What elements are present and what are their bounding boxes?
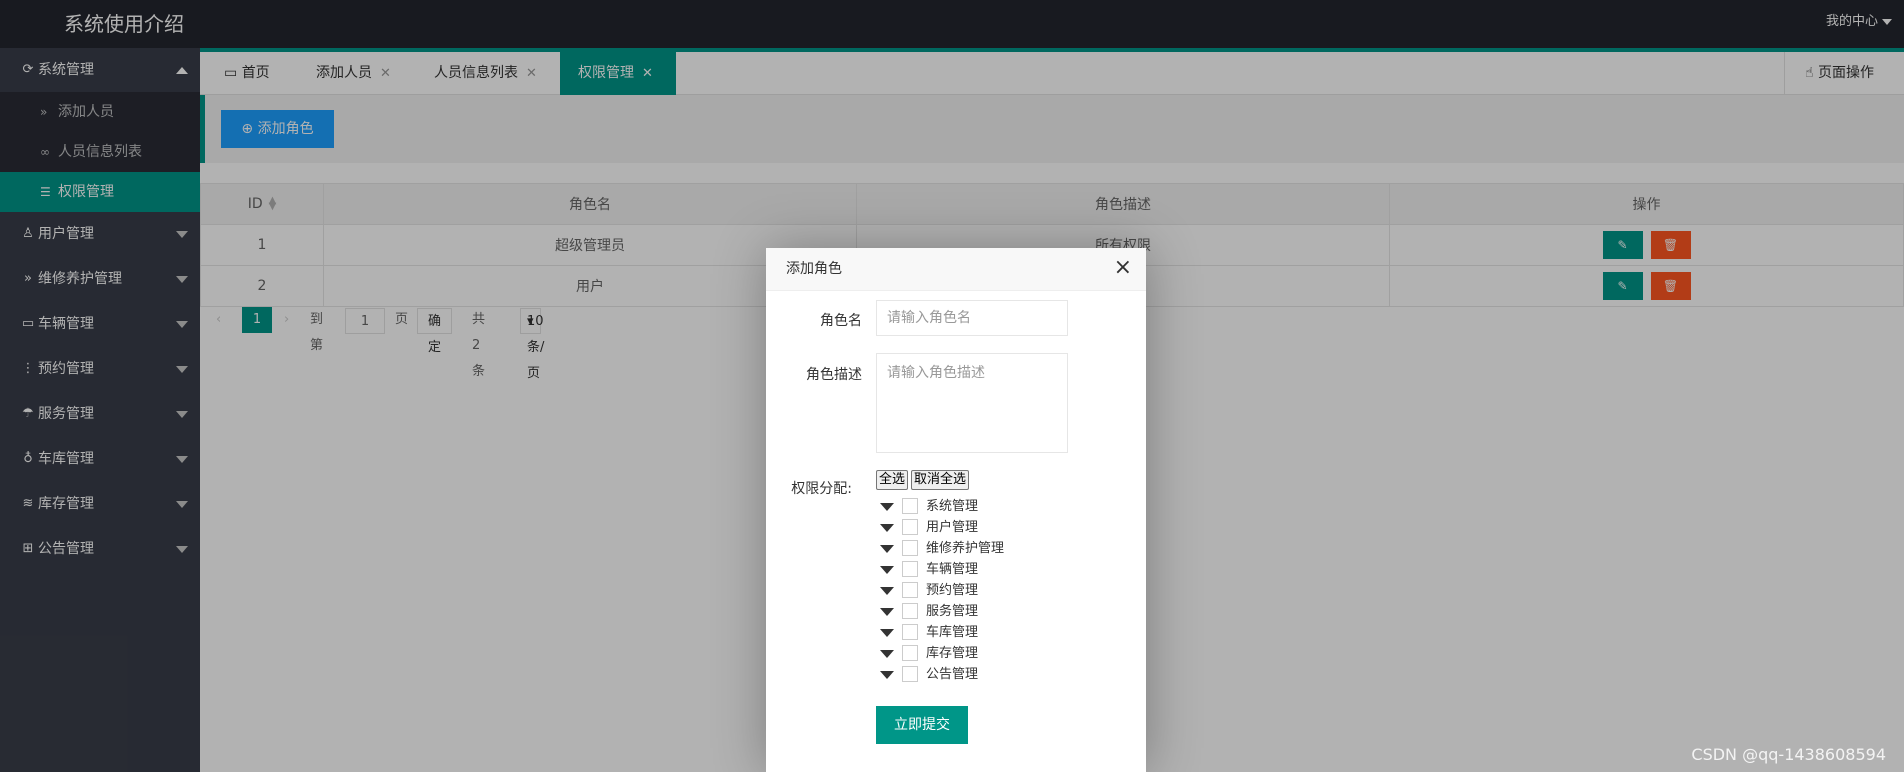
role-desc-textarea[interactable]: 请输入角色描述: [876, 353, 1068, 453]
permission-label-text: 服务管理: [926, 604, 979, 619]
permission-checkbox[interactable]: [902, 582, 918, 598]
permission-checkbox[interactable]: [902, 561, 918, 577]
expand-arrow-icon[interactable]: [880, 650, 894, 658]
permission-label-text: 公告管理: [926, 667, 979, 682]
permission-checkbox[interactable]: [902, 540, 918, 556]
expand-arrow-icon[interactable]: [880, 587, 894, 595]
permission-checkbox[interactable]: [902, 645, 918, 661]
expand-arrow-icon[interactable]: [880, 524, 894, 532]
expand-arrow-icon[interactable]: [880, 671, 894, 679]
role-name-input[interactable]: 请输入角色名: [876, 300, 1068, 336]
permission-checkbox[interactable]: [902, 624, 918, 640]
expand-arrow-icon[interactable]: [880, 503, 894, 511]
expand-arrow-icon[interactable]: [880, 566, 894, 574]
dialog-header: 添加角色 ×: [766, 248, 1146, 291]
watermark: CSDN @qq-1438608594: [1691, 745, 1886, 764]
permission-checkbox[interactable]: [902, 603, 918, 619]
permission-label-text: 车辆管理: [926, 562, 979, 577]
expand-arrow-icon[interactable]: [880, 608, 894, 616]
select-all-button[interactable]: 全选: [876, 470, 909, 490]
permission-label-text: 系统管理: [926, 499, 979, 514]
dialog-title: 添加角色: [786, 261, 842, 277]
permission-label-text: 库存管理: [926, 646, 979, 661]
permission-label-text: 车库管理: [926, 625, 979, 640]
permission-label-text: 维修养护管理: [926, 541, 1005, 556]
role-name-label: 角色名: [820, 313, 862, 329]
permission-label-text: 预约管理: [926, 583, 979, 598]
close-icon[interactable]: ×: [1114, 248, 1132, 288]
permission-label: 权限分配:: [791, 481, 852, 497]
deselect-all-button[interactable]: 取消全选: [911, 470, 970, 490]
expand-arrow-icon[interactable]: [880, 629, 894, 637]
permission-checkbox[interactable]: [902, 498, 918, 514]
permission-checkbox[interactable]: [902, 519, 918, 535]
permission-label-text: 用户管理: [926, 520, 979, 535]
permission-checkbox[interactable]: [902, 666, 918, 682]
expand-arrow-icon[interactable]: [880, 545, 894, 553]
submit-button[interactable]: 立即提交: [876, 706, 968, 744]
role-desc-label: 角色描述: [806, 367, 862, 383]
add-role-dialog: 添加角色 × 角色名 请输入角色名 角色描述 请输入角色描述 权限分配: 全选 …: [766, 248, 1146, 772]
